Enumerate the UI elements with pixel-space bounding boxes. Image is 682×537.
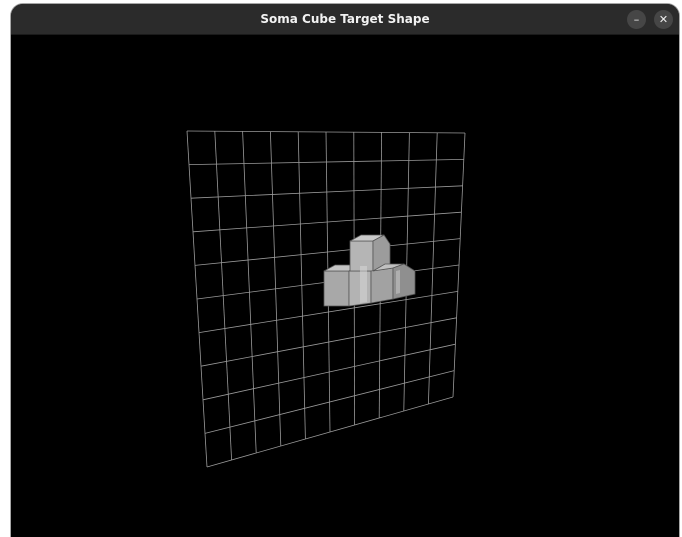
- scene-canvas[interactable]: [11, 35, 679, 537]
- close-button[interactable]: ✕: [654, 10, 673, 29]
- cube-face: [370, 267, 394, 304]
- minimize-icon: –: [633, 13, 640, 26]
- title-bar[interactable]: Soma Cube Target Shape – ✕: [11, 4, 679, 35]
- soma-target-shape: [323, 234, 416, 307]
- 3d-viewport[interactable]: [11, 35, 679, 537]
- window-title: Soma Cube Target Shape: [260, 12, 430, 26]
- cube-face: [396, 270, 400, 294]
- close-icon: ✕: [658, 13, 669, 26]
- minimize-button[interactable]: –: [627, 10, 646, 29]
- cube-face: [360, 266, 367, 303]
- cube-face: [323, 270, 350, 307]
- app-window: Soma Cube Target Shape – ✕: [11, 4, 679, 537]
